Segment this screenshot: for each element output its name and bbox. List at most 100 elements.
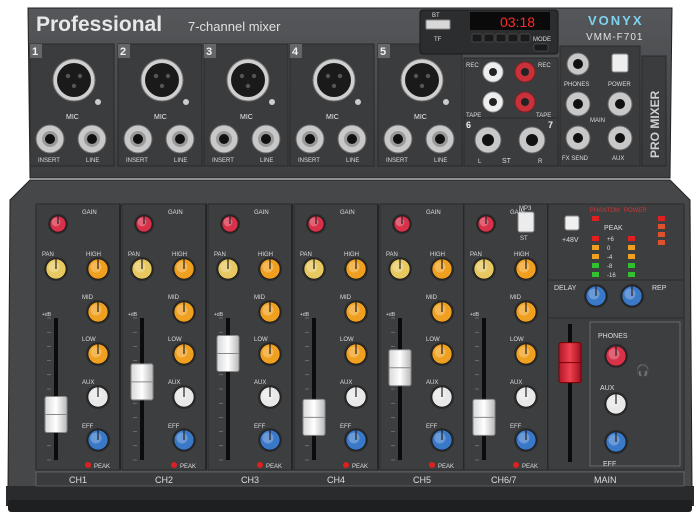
- fader-knob-6[interactable]: [472, 398, 496, 436]
- aux-knob-6[interactable]: [514, 385, 538, 409]
- gain-knob-4[interactable]: [306, 214, 326, 234]
- power-led-1: [658, 224, 665, 229]
- input-section-5: 5 MIC INSERT LINE: [377, 43, 463, 167]
- master-aux-knob[interactable]: [604, 392, 628, 416]
- peak-led-5: [429, 462, 435, 468]
- eff-knob-2[interactable]: [172, 428, 196, 452]
- pan-knob-4[interactable]: [302, 257, 326, 281]
- peak-label-5: PEAK: [438, 464, 454, 470]
- gain-knob-2[interactable]: [134, 214, 154, 234]
- gain-knob-3[interactable]: [220, 214, 240, 234]
- input-number-2: 2: [120, 46, 126, 58]
- mid-knob-3[interactable]: [258, 300, 282, 324]
- low-label-3: LOW: [254, 337, 268, 343]
- high-knob-3[interactable]: [258, 257, 282, 281]
- fader-knob-3[interactable]: [216, 335, 240, 372]
- vol-down-button[interactable]: [507, 33, 519, 43]
- low-knob-2[interactable]: [172, 342, 196, 366]
- master-eff-knob[interactable]: [604, 430, 628, 454]
- fader-knob-4[interactable]: [302, 398, 326, 436]
- vol-up-button[interactable]: [519, 33, 531, 43]
- gain-knob-1[interactable]: [48, 214, 68, 234]
- pan-knob-5[interactable]: [388, 257, 412, 281]
- delay-knob[interactable]: [584, 284, 608, 308]
- meter-led-left-0: [592, 236, 599, 241]
- mid-label-2: MID: [168, 295, 180, 301]
- phantom-label: PHANTOM: [590, 208, 620, 214]
- mid-knob-2[interactable]: [172, 300, 196, 324]
- input-number-3: 3: [206, 46, 212, 58]
- master-fader-knob[interactable]: [558, 342, 582, 384]
- aux-knob-3[interactable]: [258, 385, 282, 409]
- low-knob-5[interactable]: [430, 342, 454, 366]
- fader-track-6: [482, 318, 486, 460]
- power-switch[interactable]: [611, 53, 629, 73]
- channel-name-2: CH2: [155, 475, 173, 485]
- gain-label-1: GAIN: [82, 210, 97, 216]
- channel-strip-1: GAINPAN HIGHMIDLOWAUXEFFPEAK+dB: [35, 203, 121, 471]
- usb-port[interactable]: [425, 19, 451, 30]
- delay-label: DELAY: [554, 285, 577, 292]
- high-knob-2[interactable]: [172, 257, 196, 281]
- low-label-2: LOW: [168, 337, 182, 343]
- high-knob-4[interactable]: [344, 257, 368, 281]
- mid-label-3: MID: [254, 295, 266, 301]
- low-knob-3[interactable]: [258, 342, 282, 366]
- pan-knob-1[interactable]: [44, 257, 68, 281]
- line-label-2: LINE: [174, 158, 187, 164]
- aux-knob-4[interactable]: [344, 385, 368, 409]
- channel-strip-2: GAINPAN HIGHMIDLOWAUXEFFPEAK+dB: [121, 203, 207, 471]
- low-label-4: LOW: [340, 337, 354, 343]
- pan-knob-3[interactable]: [216, 257, 240, 281]
- power-led-0: [658, 216, 665, 221]
- high-knob-1[interactable]: [86, 257, 110, 281]
- phones-knob[interactable]: [604, 344, 628, 368]
- gain-knob-5[interactable]: [392, 214, 412, 234]
- insert-label-1: INSERT: [38, 158, 60, 164]
- phantom-48v-button[interactable]: [564, 215, 580, 231]
- mode-button[interactable]: [533, 43, 549, 52]
- aux-knob-5[interactable]: [430, 385, 454, 409]
- fader-knob-2[interactable]: [130, 363, 154, 401]
- pan-knob-6[interactable]: [472, 257, 496, 281]
- pan-knob-2[interactable]: [130, 257, 154, 281]
- peak-led-6: [513, 462, 519, 468]
- mic-label-2: MIC: [154, 114, 167, 121]
- peak-led-1: [85, 462, 91, 468]
- aux-knob-2[interactable]: [172, 385, 196, 409]
- brand-logo: VONYX: [588, 13, 644, 28]
- mid-knob-1[interactable]: [86, 300, 110, 324]
- low-label-6: LOW: [510, 337, 524, 343]
- high-knob-5[interactable]: [430, 257, 454, 281]
- line-label-1: LINE: [86, 158, 99, 164]
- fader-knob-5[interactable]: [388, 349, 412, 387]
- mid-knob-5[interactable]: [430, 300, 454, 324]
- master-eff-label: EFF: [603, 461, 616, 468]
- player-mode-label: MODE: [533, 37, 551, 43]
- gain-label-5: GAIN: [426, 210, 441, 216]
- rep-knob[interactable]: [620, 284, 644, 308]
- eff-knob-6[interactable]: [514, 428, 538, 452]
- eff-knob-5[interactable]: [430, 428, 454, 452]
- aux-knob-1[interactable]: [86, 385, 110, 409]
- fader-knob-1[interactable]: [44, 396, 68, 434]
- peak-led-2: [171, 462, 177, 468]
- low-knob-1[interactable]: [86, 342, 110, 366]
- rec-label-right: REC: [538, 63, 551, 69]
- mid-knob-6[interactable]: [514, 300, 538, 324]
- eff-knob-4[interactable]: [344, 428, 368, 452]
- next-button[interactable]: [495, 33, 507, 43]
- low-knob-6[interactable]: [514, 342, 538, 366]
- meter-led-left-1: [592, 245, 599, 250]
- low-knob-4[interactable]: [344, 342, 368, 366]
- mid-knob-4[interactable]: [344, 300, 368, 324]
- meter-led-left-3: [592, 263, 599, 268]
- eff-knob-3[interactable]: [258, 428, 282, 452]
- eff-knob-1[interactable]: [86, 428, 110, 452]
- db-label-5: +dB: [386, 312, 396, 318]
- prev-button[interactable]: [483, 33, 495, 43]
- mic-label-5: MIC: [414, 114, 427, 121]
- play-pause-button[interactable]: [471, 33, 483, 43]
- high-knob-6[interactable]: [514, 257, 538, 281]
- gain-knob-6[interactable]: [476, 214, 496, 234]
